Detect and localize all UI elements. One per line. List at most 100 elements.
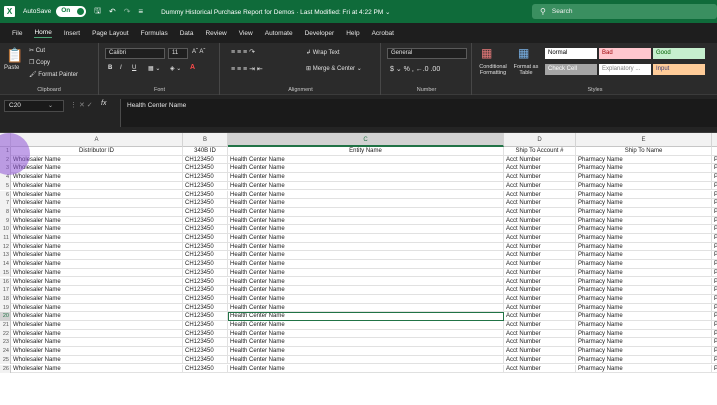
cell-d18[interactable]: Acct Number bbox=[504, 294, 576, 304]
cell-c6[interactable]: Health Center Name bbox=[228, 190, 504, 200]
cell-b2[interactable]: CH123450 bbox=[183, 155, 228, 165]
cell-c5[interactable]: Health Center Name bbox=[228, 181, 504, 191]
cell-e11[interactable]: Pharmacy Name bbox=[576, 234, 712, 243]
cell-b24[interactable]: CH123450 bbox=[183, 347, 228, 356]
cell-c12[interactable]: Health Center Name bbox=[228, 242, 504, 252]
cell-a5[interactable]: Wholesaler Name bbox=[11, 181, 183, 191]
cell-a16[interactable]: Wholesaler Name bbox=[11, 277, 183, 287]
cell-d13[interactable]: Acct Number bbox=[504, 251, 576, 261]
cell-f15[interactable]: P bbox=[712, 269, 717, 278]
cell-c13[interactable]: Health Center Name bbox=[228, 251, 504, 261]
cell-style-explanatory[interactable]: Explanatory ... bbox=[599, 64, 651, 75]
cell-f24[interactable]: P bbox=[712, 347, 717, 356]
cell-f21[interactable]: P bbox=[712, 321, 717, 330]
cell-f3[interactable]: P bbox=[712, 164, 717, 173]
borders-icon[interactable]: ▦ ⌄ bbox=[148, 65, 160, 72]
row-number[interactable]: 7 bbox=[0, 199, 11, 208]
align-top-icons[interactable]: ≡ ≡ ≡ ↷ bbox=[231, 48, 255, 56]
cell-c26[interactable]: Health Center Name bbox=[228, 364, 504, 374]
cell-b21[interactable]: CH123450 bbox=[183, 321, 228, 330]
cell-a13[interactable]: Wholesaler Name bbox=[11, 251, 183, 261]
cell-e7[interactable]: Pharmacy Name bbox=[576, 199, 712, 208]
cell-c8[interactable]: Health Center Name bbox=[228, 207, 504, 217]
menu-tab-view[interactable]: View bbox=[239, 30, 253, 37]
row-number[interactable]: 26 bbox=[0, 364, 11, 374]
column-header-f[interactable]: F bbox=[712, 133, 717, 147]
menu-tab-formulas[interactable]: Formulas bbox=[141, 30, 168, 37]
name-box-dropdown-icon[interactable]: ⌄ bbox=[48, 102, 53, 109]
column-title-e[interactable]: Ship To Name bbox=[576, 147, 712, 156]
cell-c2[interactable]: Health Center Name bbox=[228, 155, 504, 165]
cell-d14[interactable]: Acct Number bbox=[504, 260, 576, 269]
cell-a21[interactable]: Wholesaler Name bbox=[11, 321, 183, 330]
cell-f26[interactable]: P bbox=[712, 365, 717, 374]
column-title-c[interactable]: Entity Name bbox=[228, 147, 504, 156]
fill-color-icon[interactable]: ◈ ⌄ bbox=[170, 65, 181, 72]
cell-c4[interactable]: Health Center Name bbox=[228, 173, 504, 182]
cell-d7[interactable]: Acct Number bbox=[504, 199, 576, 208]
cell-d20[interactable]: Acct Number bbox=[504, 312, 576, 321]
column-title-b[interactable]: 340B ID bbox=[183, 147, 228, 156]
cell-c20[interactable]: Health Center Name bbox=[228, 312, 504, 321]
cell-e15[interactable]: Pharmacy Name bbox=[576, 268, 712, 278]
cell-f13[interactable]: P bbox=[712, 251, 717, 260]
menu-tab-file[interactable]: File bbox=[12, 30, 22, 37]
menu-tab-page-layout[interactable]: Page Layout bbox=[92, 30, 129, 37]
row-number[interactable]: 6 bbox=[0, 190, 11, 200]
cell-f17[interactable]: P bbox=[712, 286, 717, 295]
cell-b14[interactable]: CH123450 bbox=[183, 260, 228, 269]
cell-e20[interactable]: Pharmacy Name bbox=[576, 312, 712, 321]
align-horizontal-icons[interactable]: ≡ ≡ ≡ ⇥ ⇤ bbox=[231, 65, 263, 73]
format-table-icon[interactable]: ▦ bbox=[518, 46, 529, 60]
cell-c25[interactable]: Health Center Name bbox=[228, 355, 504, 365]
row-number[interactable]: 24 bbox=[0, 347, 11, 356]
menu-tab-insert[interactable]: Insert bbox=[64, 30, 80, 37]
cell-a12[interactable]: Wholesaler Name bbox=[11, 242, 183, 252]
cut-button[interactable]: ✂ Cut bbox=[29, 47, 45, 54]
cell-b9[interactable]: CH123450 bbox=[183, 216, 228, 226]
cell-b3[interactable]: CH123450 bbox=[183, 164, 228, 174]
cell-c17[interactable]: Health Center Name bbox=[228, 286, 504, 295]
cell-d6[interactable]: Acct Number bbox=[504, 190, 576, 200]
document-title[interactable]: Dummy Historical Purchase Report for Dem… bbox=[161, 8, 390, 16]
column-header-c[interactable]: C bbox=[228, 133, 504, 147]
cell-a8[interactable]: Wholesaler Name bbox=[11, 207, 183, 217]
cell-f8[interactable]: P bbox=[712, 208, 717, 217]
row-number[interactable]: 22 bbox=[0, 329, 11, 339]
cell-a11[interactable]: Wholesaler Name bbox=[11, 234, 183, 243]
cell-a14[interactable]: Wholesaler Name bbox=[11, 260, 183, 269]
row-number[interactable]: 5 bbox=[0, 181, 11, 191]
cell-d17[interactable]: Acct Number bbox=[504, 286, 576, 295]
cell-b12[interactable]: CH123450 bbox=[183, 242, 228, 252]
cell-b25[interactable]: CH123450 bbox=[183, 355, 228, 365]
cell-e24[interactable]: Pharmacy Name bbox=[576, 347, 712, 356]
cell-f10[interactable]: P bbox=[712, 225, 717, 234]
cell-b19[interactable]: CH123450 bbox=[183, 303, 228, 313]
italic-button[interactable]: I bbox=[120, 65, 122, 71]
column-title-d[interactable]: Ship To Account # bbox=[504, 147, 576, 156]
number-format-icons[interactable]: $ ⌄ % , ←.0 .00 bbox=[390, 65, 440, 73]
menu-tab-developer[interactable]: Developer bbox=[305, 30, 335, 37]
cell-d16[interactable]: Acct Number bbox=[504, 277, 576, 287]
cell-a22[interactable]: Wholesaler Name bbox=[11, 329, 183, 339]
paste-button[interactable]: Paste bbox=[4, 65, 19, 71]
cell-d26[interactable]: Acct Number bbox=[504, 364, 576, 374]
cell-f18[interactable]: P bbox=[712, 295, 717, 304]
column-header-b[interactable]: B bbox=[183, 133, 228, 147]
row-number[interactable]: 16 bbox=[0, 277, 11, 287]
cell-b8[interactable]: CH123450 bbox=[183, 207, 228, 217]
cell-f16[interactable]: P bbox=[712, 278, 717, 287]
row-number[interactable]: 20 bbox=[0, 312, 11, 321]
row-number[interactable]: 15 bbox=[0, 268, 11, 278]
cell-e14[interactable]: Pharmacy Name bbox=[576, 260, 712, 269]
cell-c10[interactable]: Health Center Name bbox=[228, 225, 504, 234]
row-number[interactable]: 12 bbox=[0, 242, 11, 252]
cell-style-check-cell[interactable]: Check Cell bbox=[545, 64, 597, 75]
cell-e12[interactable]: Pharmacy Name bbox=[576, 242, 712, 252]
font-grow-icon[interactable]: Aˆ Aˇ bbox=[192, 49, 205, 55]
cell-c16[interactable]: Health Center Name bbox=[228, 277, 504, 287]
row-number[interactable]: 11 bbox=[0, 234, 11, 243]
row-number[interactable]: 19 bbox=[0, 303, 11, 313]
cell-e6[interactable]: Pharmacy Name bbox=[576, 190, 712, 200]
cell-d15[interactable]: Acct Number bbox=[504, 268, 576, 278]
